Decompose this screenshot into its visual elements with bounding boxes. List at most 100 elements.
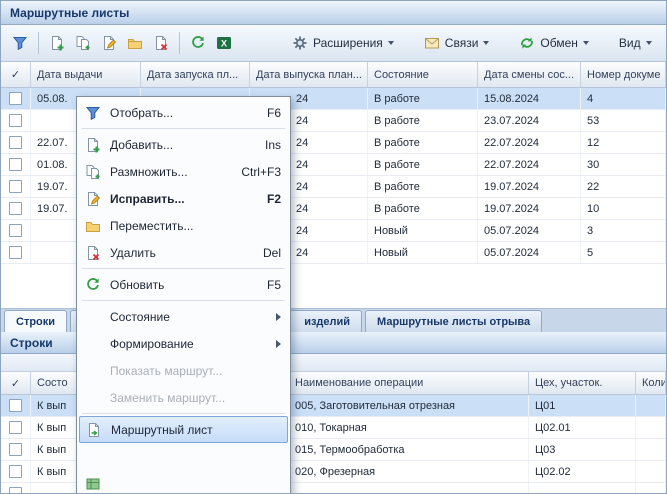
menu-separator [82,128,285,129]
cell-state: В работе [368,110,478,131]
column-header-release-date[interactable]: Дата выпуска план... [250,62,368,87]
menu-item-move[interactable]: Переместить... [79,212,288,239]
edit-doc-icon [101,35,117,51]
column-header-check[interactable]: ✓ [1,62,31,87]
menu-item-duplicate[interactable]: Размножить... Ctrl+F3 [79,158,288,185]
column-header-check[interactable]: ✓ [1,372,31,394]
row-checkbox[interactable] [9,421,22,434]
cell-shop: Ц01 [529,395,636,416]
dropdown-label: Вид [619,36,641,50]
svg-text:X: X [221,39,227,49]
cell-state-change-date: 05.07.2024 [478,220,581,241]
menu-item-edit[interactable]: Исправить... F2 [79,185,288,212]
move-button[interactable] [122,30,148,56]
menu-item-partial[interactable] [79,470,288,494]
tab-marshrutnye-listy-otryva[interactable]: Маршрутные листы отрыва [365,310,542,332]
row-checkbox[interactable] [9,487,22,494]
tab-label: Маршрутные листы отрыва [377,316,530,328]
menu-separator [82,300,285,301]
icon-placeholder [83,307,103,327]
cell-state: В работе [368,176,478,197]
edit-button[interactable] [96,30,122,56]
column-header-launch-date[interactable]: Дата запуска пл... [141,62,250,87]
row-checkbox[interactable] [9,136,22,149]
links-dropdown[interactable]: Связи [415,30,499,56]
menu-item-add[interactable]: Добавить... Ins [79,131,288,158]
cell-doc-number: 3 [581,220,666,241]
cell-qty [636,395,666,416]
cell-operation: 005, Заготовительная отрезная [289,395,529,416]
row-checkbox[interactable] [9,399,22,412]
checkbox-cell [1,132,31,153]
filter-button[interactable] [7,30,33,56]
chevron-down-icon [583,41,589,45]
menu-item-filter[interactable]: Отобрать... F6 [79,99,288,126]
row-checkbox[interactable] [9,246,22,259]
menu-item-state[interactable]: Состояние [79,303,288,330]
menu-item-refresh[interactable]: Обновить F5 [79,271,288,298]
cell-doc-number: 30 [581,154,666,175]
cell-state: В работе [368,198,478,219]
cell-state-change-date: 23.07.2024 [478,110,581,131]
row-checkbox[interactable] [9,224,22,237]
row-checkbox[interactable] [9,443,22,456]
duplicate-button[interactable] [70,30,96,56]
column-header-state[interactable]: Состояние [368,62,478,87]
cell-state-change-date: 15.08.2024 [478,88,581,109]
cell-doc-number: 22 [581,176,666,197]
row-checkbox[interactable] [9,202,22,215]
column-header-state-change-date[interactable]: Дата смены сос... [478,62,581,87]
refresh-icon [190,35,206,51]
menu-empty-row [79,443,288,470]
cell-doc-number: 5 [581,242,666,263]
row-checkbox[interactable] [9,158,22,171]
row-checkbox[interactable] [9,465,22,478]
chevron-down-icon [646,41,652,45]
cell-state: В работе [368,132,478,153]
checkbox-cell [1,439,31,460]
checkbox-cell [1,176,31,197]
delete-button[interactable] [148,30,174,56]
excel-export-button[interactable]: X [211,30,237,56]
column-header-shop[interactable]: Цех, участок. [529,372,636,394]
app-window: Маршрутные листы X Расшире [0,0,667,494]
cell-state: Новый [368,220,478,241]
exchange-dropdown[interactable]: Обмен [510,30,598,56]
toolbar-separator [179,32,180,54]
add-doc-icon [83,135,103,155]
cell-state-change-date: 19.07.2024 [478,176,581,197]
menu-item-delete[interactable]: Удалить Del [79,239,288,266]
column-header-issue-date[interactable]: Дата выдачи [31,62,141,87]
cell-doc-number: 10 [581,198,666,219]
view-dropdown[interactable]: Вид [610,30,661,56]
copy-doc-icon [83,162,103,182]
cell-state: В работе [368,154,478,175]
cell-state-change-date: 19.07.2024 [478,198,581,219]
row-checkbox[interactable] [9,180,22,193]
toolbar-separator [38,32,39,54]
route-sheet-icon [84,420,104,440]
row-checkbox[interactable] [9,114,22,127]
menu-item-route-sheet[interactable]: Маршрутный лист [79,416,288,443]
checkbox-cell [1,417,31,438]
refresh-button[interactable] [185,30,211,56]
menu-item-formation[interactable]: Формирование [79,330,288,357]
column-header-qty[interactable]: Колич [636,372,666,394]
cell-operation [289,483,529,494]
column-header-operation[interactable]: Наименование операции [289,372,529,394]
cell-shop: Ц03 [529,439,636,460]
cell-qty [636,461,666,482]
checkbox-cell [1,88,31,109]
filter-icon [12,35,28,51]
tab-stroki[interactable]: Строки [4,310,67,332]
add-button[interactable] [44,30,70,56]
cell-qty [636,483,666,494]
window-title-bar: Маршрутные листы [1,1,666,25]
row-checkbox[interactable] [9,92,22,105]
cell-qty [636,417,666,438]
cell-state-change-date: 05.07.2024 [478,242,581,263]
extensions-dropdown[interactable]: Расширения [283,30,403,56]
icon-placeholder [83,388,103,408]
main-toolbar: X Расширения Связи Обмен Вид [1,25,666,62]
column-header-doc-number[interactable]: Номер докуме [581,62,666,87]
